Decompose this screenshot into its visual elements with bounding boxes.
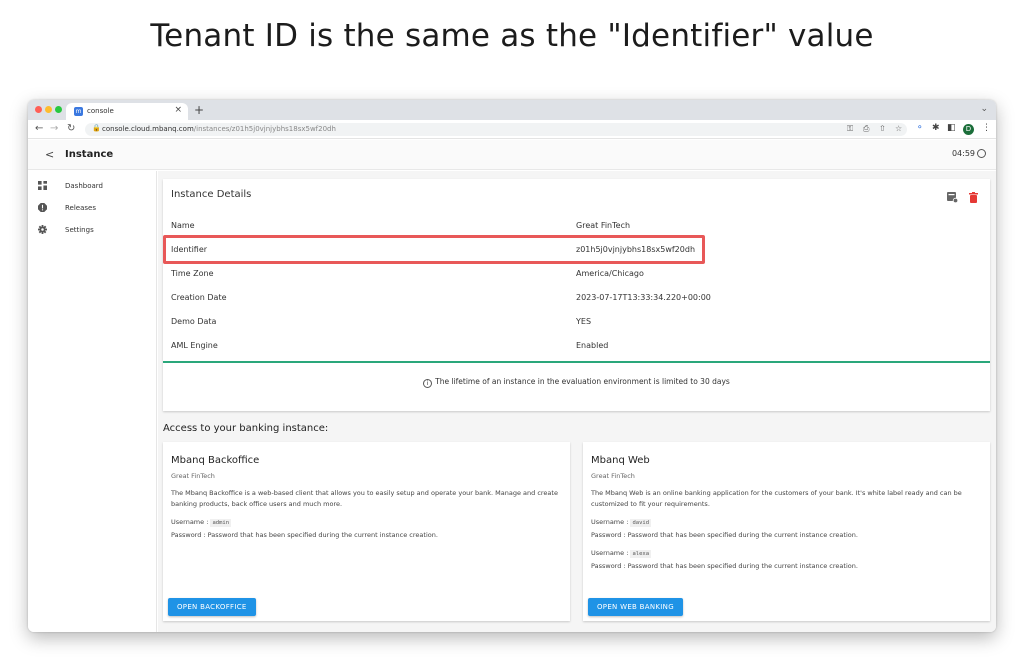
side-panel-icon[interactable]: ◧ (947, 123, 956, 133)
key-icon[interactable]: ⚿ (847, 124, 853, 134)
detail-row-aml-engine: AML Engine Enabled (171, 339, 971, 355)
sidebar-item-label: Releases (65, 204, 96, 212)
session-timer: 04:59 (952, 149, 986, 158)
sidebar-item-dashboard[interactable]: Dashboard (28, 179, 156, 197)
settings-icon (38, 225, 47, 234)
detail-key: AML Engine (171, 341, 218, 350)
open-web-banking-button[interactable]: OPEN WEB BANKING (588, 598, 683, 616)
lifetime-notice: i The lifetime of an instance in the eval… (163, 377, 990, 388)
username-line: Username : david (591, 518, 652, 527)
tab-close-icon[interactable]: × (174, 105, 182, 115)
detail-key: Name (171, 221, 195, 230)
new-tab-button[interactable]: + (194, 103, 204, 117)
username-value: admin (210, 519, 232, 527)
mbanq-favicon-icon: m (74, 107, 83, 116)
username-value: david (630, 519, 652, 527)
maximize-window-dot[interactable] (55, 106, 62, 113)
settings-archive-icon[interactable] (946, 192, 959, 204)
account-circle-icon[interactable] (977, 149, 986, 158)
instance-details-card: Instance Details Name Great FinTech Iden… (163, 179, 990, 411)
detail-value: Great FinTech (576, 221, 631, 230)
card-title: Instance Details (171, 189, 252, 200)
sidebar-item-settings[interactable]: Settings (28, 223, 156, 241)
delete-trash-icon[interactable] (969, 192, 978, 203)
lock-icon: 🔒 (92, 124, 101, 132)
back-chevron-icon[interactable]: < (45, 148, 54, 161)
detail-value: Enabled (576, 341, 609, 350)
detail-row-time-zone: Time Zone America/Chicago (171, 267, 971, 283)
detail-row-name: Name Great FinTech (171, 219, 971, 235)
back-arrow-icon[interactable]: ← (35, 123, 43, 134)
forward-arrow-icon[interactable]: → (50, 123, 58, 134)
detail-key: Time Zone (171, 269, 214, 278)
password-line: Password : Password that has been specif… (171, 531, 438, 539)
access-heading: Access to your banking instance: (163, 423, 329, 434)
open-backoffice-button[interactable]: OPEN BACKOFFICE (168, 598, 256, 616)
extensions-puzzle-icon[interactable]: ✱ (932, 123, 940, 133)
username-line: Username : alexa (591, 549, 652, 558)
tab-strip: m console × + ⌄ (28, 100, 996, 120)
browser-window: m console × + ⌄ ← → ↻ 🔒 console.cloud.mb… (28, 100, 996, 632)
app-header: < Instance 04:59 (28, 140, 996, 170)
detail-row-demo-data: Demo Data YES (171, 315, 971, 331)
close-window-dot[interactable] (35, 106, 42, 113)
card-actions (946, 188, 978, 207)
card-title: Mbanq Backoffice (171, 455, 260, 466)
card-description: The Mbanq Backoffice is a web-based clie… (171, 489, 558, 508)
main-content: Instance Details Name Great FinTech Iden… (158, 171, 996, 632)
detail-value: 2023-07-17T13:33:34.220+00:00 (576, 293, 711, 302)
address-toolbar: ← → ↻ 🔒 console.cloud.mbanq.com/instance… (28, 120, 996, 139)
minimize-window-dot[interactable] (45, 106, 52, 113)
detail-key: Demo Data (171, 317, 217, 326)
share-icon[interactable]: ⇧ (879, 124, 886, 133)
password-line: Password : Password that has been specif… (591, 562, 858, 570)
card-description: The Mbanq Web is an online banking appli… (591, 489, 962, 508)
detail-value: YES (576, 317, 592, 326)
address-bar[interactable]: 🔒 console.cloud.mbanq.com/instances/z01h… (85, 123, 907, 136)
releases-icon (38, 203, 47, 212)
card-divider (163, 361, 990, 363)
browser-menu-icon[interactable]: ⋮ (982, 123, 991, 133)
sidebar-item-label: Dashboard (65, 182, 103, 190)
identifier-highlight-box (163, 235, 705, 264)
bookmark-star-icon[interactable]: ☆ (895, 124, 902, 133)
dashboard-icon (38, 181, 47, 190)
url-text: console.cloud.mbanq.com/instances/z01h5j… (102, 125, 336, 133)
web-banking-card: Mbanq Web Great FinTech The Mbanq Web is… (583, 442, 990, 621)
tab-title: console (87, 107, 114, 115)
page-heading: Tenant ID is the same as the "Identifier… (150, 18, 874, 54)
password-line: Password : Password that has been specif… (591, 531, 858, 539)
page-title: Instance (65, 149, 114, 160)
card-title: Mbanq Web (591, 455, 650, 466)
browser-tab[interactable]: m console × (66, 103, 188, 120)
username-value: alexa (630, 550, 652, 558)
extension-icon[interactable]: ⚬ (916, 123, 924, 133)
detail-key: Creation Date (171, 293, 227, 302)
reload-icon[interactable]: ↻ (67, 123, 75, 134)
sidebar-item-label: Settings (65, 226, 94, 234)
username-line: Username : admin (171, 518, 232, 527)
info-icon: i (423, 379, 433, 388)
sidebar-item-releases[interactable]: Releases (28, 201, 156, 219)
tab-list-chevron-icon[interactable]: ⌄ (980, 104, 988, 114)
detail-row-creation-date: Creation Date 2023-07-17T13:33:34.220+00… (171, 291, 971, 307)
card-subtitle: Great FinTech (591, 472, 635, 480)
backoffice-card: Mbanq Backoffice Great FinTech The Mbanq… (163, 442, 570, 621)
profile-avatar[interactable]: D (963, 124, 974, 135)
install-app-icon[interactable]: ⎙ (863, 124, 869, 134)
sidebar: Dashboard Releases Settings (28, 171, 157, 632)
detail-value: America/Chicago (576, 269, 644, 278)
card-subtitle: Great FinTech (171, 472, 215, 480)
